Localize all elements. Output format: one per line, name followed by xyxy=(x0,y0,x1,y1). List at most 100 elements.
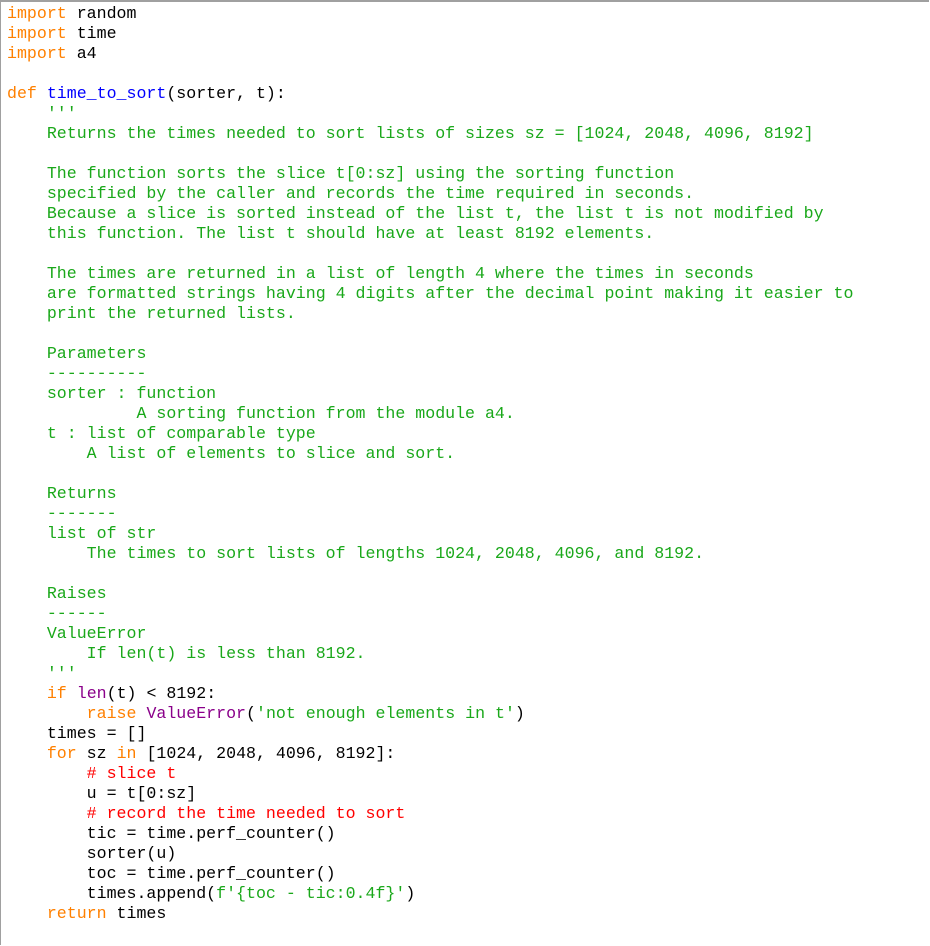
code-line[interactable]: times = [] xyxy=(7,724,853,744)
code-token: [1024, 2048, 4096, 8192]: xyxy=(136,744,396,763)
code-line[interactable] xyxy=(7,64,853,84)
string-token: print the returned lists. xyxy=(7,304,296,323)
code-line[interactable]: t : list of comparable type xyxy=(7,424,853,444)
code-line[interactable]: The times to sort lists of lengths 1024,… xyxy=(7,544,853,564)
string-token: ------ xyxy=(7,604,107,623)
builtin-token: len xyxy=(76,684,107,703)
string-token: this function. The list t should have at… xyxy=(7,224,655,243)
code-line[interactable]: ''' xyxy=(7,104,853,124)
string-token: list of str xyxy=(7,524,157,543)
code-line[interactable]: ValueError xyxy=(7,624,853,644)
keyword-token: in xyxy=(116,744,137,763)
code-line[interactable]: import random xyxy=(7,4,853,24)
code-line[interactable]: specified by the caller and records the … xyxy=(7,184,853,204)
code-line[interactable]: if len(t) < 8192: xyxy=(7,684,853,704)
comment-token: # slice t xyxy=(86,764,177,783)
keyword-token: import xyxy=(7,44,67,63)
string-token: The times are returned in a list of leng… xyxy=(7,264,754,283)
code-line[interactable]: this function. The list t should have at… xyxy=(7,224,853,244)
code-line[interactable]: A sorting function from the module a4. xyxy=(7,404,853,424)
code-line[interactable]: # slice t xyxy=(7,764,853,784)
code-line[interactable]: u = t[0:sz] xyxy=(7,784,853,804)
code-line[interactable]: The function sorts the slice t[0:sz] usi… xyxy=(7,164,853,184)
code-line[interactable]: The times are returned in a list of leng… xyxy=(7,264,853,284)
code-token: ( xyxy=(246,704,256,723)
keyword-token: if xyxy=(46,684,67,703)
code-line[interactable]: Because a slice is sorted instead of the… xyxy=(7,204,853,224)
code-token: a4 xyxy=(66,44,97,63)
string-token: A list of elements to slice and sort. xyxy=(7,444,456,463)
code-token: tic = time.perf_counter() xyxy=(7,824,336,843)
code-token: (t) < 8192: xyxy=(106,684,217,703)
string-token: The function sorts the slice t[0:sz] usi… xyxy=(7,164,675,183)
code-token: times xyxy=(106,904,167,923)
code-line[interactable]: If len(t) is less than 8192. xyxy=(7,644,853,664)
code-line[interactable]: ''' xyxy=(7,664,853,684)
code-token: times.append( xyxy=(7,884,217,903)
code-line[interactable]: Returns xyxy=(7,484,853,504)
code-line[interactable]: ---------- xyxy=(7,364,853,384)
keyword-token: return xyxy=(46,904,107,923)
code-line[interactable]: Returns the times needed to sort lists o… xyxy=(7,124,853,144)
code-token: (sorter, t): xyxy=(166,84,286,103)
code-line[interactable] xyxy=(7,324,853,344)
code-line[interactable]: for sz in [1024, 2048, 4096, 8192]: xyxy=(7,744,853,764)
string-token: Because a slice is sorted instead of the… xyxy=(7,204,824,223)
string-token: Raises xyxy=(7,584,107,603)
code-line[interactable]: are formatted strings having 4 digits af… xyxy=(7,284,854,304)
string-token: are formatted strings having 4 digits af… xyxy=(7,284,854,303)
code-line[interactable]: # record the time needed to sort xyxy=(7,804,853,824)
keyword-token: raise xyxy=(86,704,137,723)
code-line[interactable] xyxy=(7,144,853,164)
string-token: ValueError xyxy=(7,624,147,643)
class-name-token: ValueError xyxy=(146,704,247,723)
string-token: ''' xyxy=(7,104,77,123)
code-line[interactable] xyxy=(7,464,853,484)
code-line[interactable]: toc = time.perf_counter() xyxy=(7,864,853,884)
code-token: ) xyxy=(405,884,416,903)
string-token: ---------- xyxy=(7,364,147,383)
code-line[interactable]: list of str xyxy=(7,524,853,544)
code-token: ) xyxy=(514,704,525,723)
code-line[interactable]: ------- xyxy=(7,504,853,524)
string-token: sorter : function xyxy=(7,384,217,403)
string-token: 'not enough elements in t' xyxy=(256,704,515,723)
code-line[interactable]: Raises xyxy=(7,584,853,604)
code-line[interactable] xyxy=(7,244,853,264)
code-line[interactable]: sorter : function xyxy=(7,384,853,404)
code-line[interactable]: ------ xyxy=(7,604,853,624)
code-line[interactable]: print the returned lists. xyxy=(7,304,853,324)
code-line[interactable]: A list of elements to slice and sort. xyxy=(7,444,853,464)
code-token: sz xyxy=(76,744,117,763)
code-token: random xyxy=(66,4,137,23)
keyword-token: def xyxy=(7,84,37,103)
code-line[interactable]: tic = time.perf_counter() xyxy=(7,824,853,844)
code-line[interactable]: def time_to_sort(sorter, t): xyxy=(7,84,853,104)
code-line[interactable]: times.append(f'{toc - tic:0.4f}') xyxy=(7,884,853,904)
comment-token: # record the time needed to sort xyxy=(86,804,406,823)
code-line[interactable]: import a4 xyxy=(7,44,853,64)
string-token: The times to sort lists of lengths 1024,… xyxy=(7,544,705,563)
string-token: ------- xyxy=(7,504,117,523)
string-token: Parameters xyxy=(7,344,147,363)
code-token: time xyxy=(66,24,117,43)
code-line[interactable]: return times xyxy=(7,904,853,924)
string-token: specified by the caller and records the … xyxy=(7,184,695,203)
code-line[interactable]: import time xyxy=(7,24,853,44)
code-line[interactable] xyxy=(7,564,853,584)
code-line[interactable]: sorter(u) xyxy=(7,844,853,864)
code-text-area[interactable]: import random import time import a4 def tim… xyxy=(7,4,853,924)
code-line[interactable]: Parameters xyxy=(7,344,853,364)
string-token: ''' xyxy=(7,664,77,683)
code-editor[interactable]: import random import time import a4 def tim… xyxy=(0,0,929,945)
code-line[interactable]: raise ValueError('not enough elements in… xyxy=(7,704,853,724)
keyword-token: for xyxy=(46,744,77,763)
